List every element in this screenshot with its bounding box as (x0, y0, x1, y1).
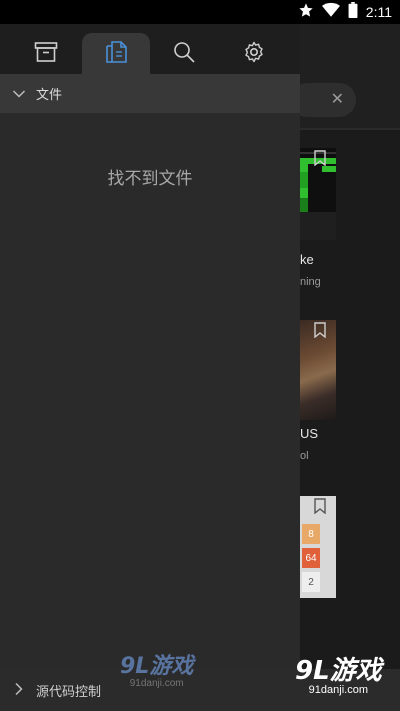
tab-files[interactable] (82, 33, 150, 74)
files-icon (103, 39, 129, 69)
clear-icon[interactable]: ✕ (331, 89, 344, 108)
watermark-faint: 9L游戏 91danji.com (120, 654, 194, 690)
grid-tile: 8 (302, 524, 320, 544)
bookmark-icon[interactable] (313, 498, 327, 518)
divider (300, 128, 400, 130)
section-label: 文件 (36, 88, 63, 103)
watermark-logo: 9L游戏 (120, 654, 194, 679)
watermark-logo: 9L游戏 (295, 656, 382, 686)
watermark: 9L游戏 91danji.com (295, 658, 382, 696)
tab-archive[interactable] (12, 33, 80, 74)
empty-state-message: 找不到文件 (107, 169, 193, 189)
status-time: 2:11 (365, 4, 392, 20)
watermark-url: 91danji.com (308, 684, 368, 696)
grid-tile: 2 (302, 572, 320, 592)
card-subtitle: ning (300, 276, 321, 288)
chevron-down-icon (12, 84, 26, 103)
star-icon (298, 2, 314, 22)
tab-search[interactable] (150, 33, 218, 74)
tab-settings[interactable] (220, 33, 288, 74)
bookmark-icon[interactable] (313, 322, 327, 342)
files-section-header[interactable]: 文件 (0, 74, 300, 113)
grid-tile: 64 (302, 548, 320, 568)
archive-icon (34, 41, 58, 67)
chevron-right-icon (14, 681, 24, 700)
bookmark-icon[interactable] (313, 150, 327, 170)
card-title: US (300, 426, 319, 441)
battery-icon (348, 2, 358, 22)
wifi-icon (321, 2, 340, 22)
status-bar: 2:11 (0, 0, 400, 24)
card-title: ke (300, 252, 314, 267)
search-icon (172, 40, 196, 68)
drawer-tab-bar (0, 24, 300, 74)
navigation-drawer: 文件 找不到文件 (0, 24, 300, 669)
source-control-label: 源代码控制 (36, 684, 102, 700)
card-subtitle: ol (300, 450, 309, 462)
gear-icon (242, 40, 266, 68)
watermark-url: 91danji.com (129, 678, 184, 689)
